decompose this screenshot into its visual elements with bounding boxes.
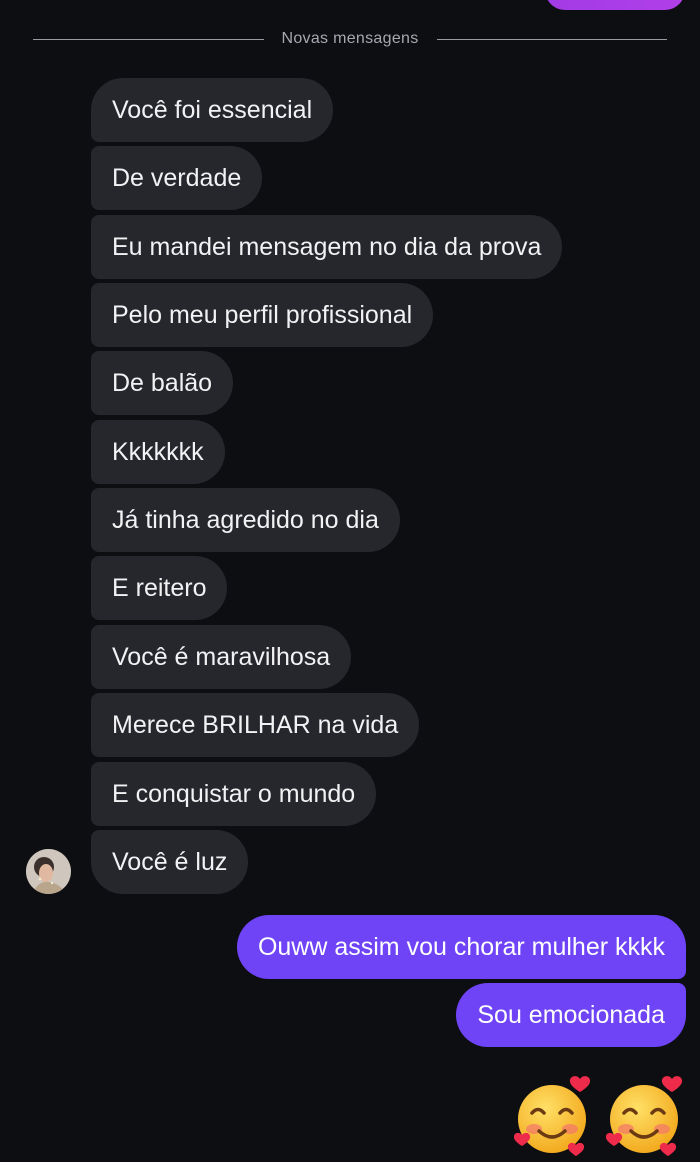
sent-message[interactable]: Ouww assim vou chorar mulher kkkk: [236, 915, 686, 979]
received-message[interactable]: Você foi essencial: [91, 78, 334, 142]
emoji-message[interactable]: [513, 1073, 686, 1157]
sender-avatar[interactable]: [26, 849, 71, 894]
smiling-face-with-hearts-icon: [513, 1073, 594, 1157]
received-message[interactable]: Pelo meu perfil profissional: [91, 283, 434, 347]
sent-message[interactable]: Sou emocionada: [456, 983, 686, 1047]
received-message[interactable]: E reitero: [91, 556, 228, 620]
new-messages-divider: Novas mensagens: [33, 27, 668, 51]
divider-line-left: [33, 38, 264, 40]
avatar-photo: [26, 849, 71, 894]
received-message[interactable]: Você é maravilhosa: [91, 625, 352, 689]
received-message[interactable]: Você é luz: [91, 830, 249, 894]
received-message[interactable]: De verdade: [91, 146, 263, 210]
new-messages-label: Novas mensagens: [281, 30, 419, 47]
received-message[interactable]: Merece BRILHAR na vida: [91, 693, 420, 757]
divider-line-right: [436, 38, 668, 40]
received-message[interactable]: Kkkkkkk: [91, 420, 225, 484]
received-message[interactable]: Eu mandei mensagem no dia da prova: [91, 215, 563, 279]
previous-sent-bubble[interactable]: [545, 0, 685, 10]
received-message[interactable]: De balão: [91, 351, 234, 415]
smiling-face-with-hearts-icon: [605, 1073, 686, 1157]
received-message[interactable]: E conquistar o mundo: [91, 762, 377, 826]
received-message[interactable]: Já tinha agredido no dia: [91, 488, 400, 552]
